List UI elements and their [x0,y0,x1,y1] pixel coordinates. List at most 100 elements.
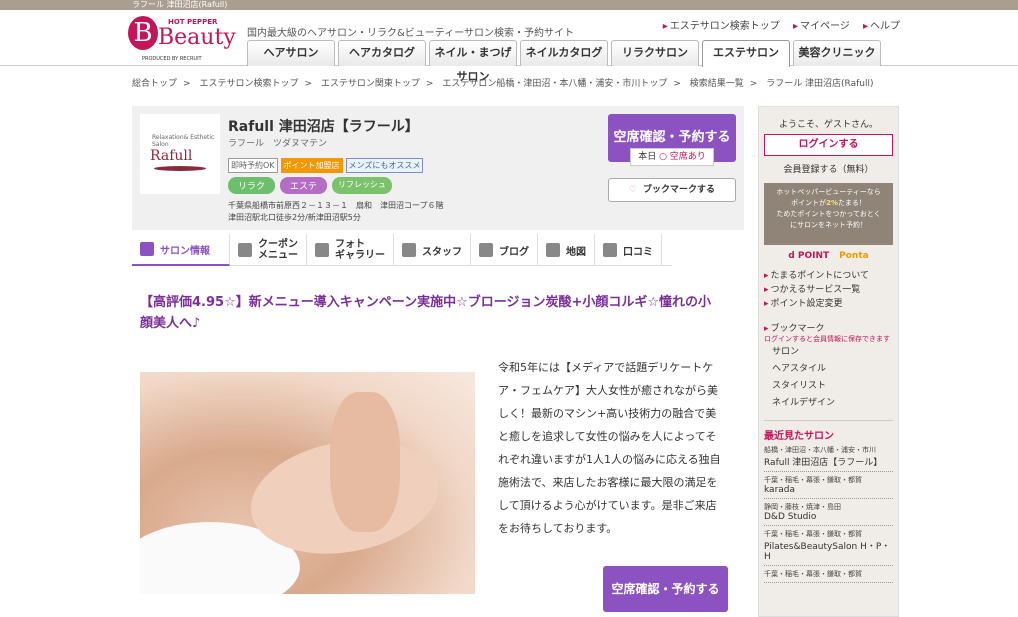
tab-relaxation[interactable]: リラクサロン [611,40,699,66]
subnav-coupon-menu[interactable]: クーポン メニュー [230,234,307,266]
salon-feature-tags: 即時予約OK ポイント加盟店 メンズにもオススメ [228,158,424,173]
subnav-label: サロン情報 [160,245,210,257]
tab-esthetic[interactable]: エステサロン [702,40,790,67]
register-link[interactable]: 会員登録する（無料） [759,162,898,175]
bookmark-hairstyle[interactable]: ヘアスタイル [772,361,893,378]
subnav-reviews[interactable]: 口コミ [595,234,662,266]
breadcrumb-item[interactable]: エステサロン関東トップ [321,79,420,89]
heart-icon: ♡ [628,185,638,195]
subnav-salon-info[interactable]: サロン情報 [132,234,230,266]
point-links: たまるポイントについて つかえるサービス一覧 ポイント設定変更 [764,269,893,311]
link-esthetic-top[interactable]: エステサロン検索トップ [663,21,780,32]
bookmark-stylist[interactable]: スタイリスト [772,378,893,395]
salon-main-photo [140,372,475,594]
breadcrumb-item[interactable]: エステサロン船橋・津田沼・本八幡・浦安・市川トップ [442,79,667,89]
breadcrumb-item[interactable]: 検索結果一覧 [690,79,744,89]
recent-area: 千葉・稲毛・幕張・鎌取・都賀 [764,476,862,484]
hotpepper-beauty-logo[interactable]: B HOT PEPPER Beauty PRODUCED BY RECRUIT [128,14,236,64]
salon-address-block: 千葉県船橋市前原西２－１３－１ 扇和 津田沼コープ６階 津田沼駅北口徒歩2分/新… [228,200,444,224]
breadcrumb-item[interactable]: エステサロン検索トップ [199,79,298,89]
subnav-label-line1: フォト [335,239,365,250]
salon-kana: ラフール ツダヌマテン [228,139,328,149]
subnav-map[interactable]: 地図 [538,234,595,266]
bookmark-section: ブックマーク ログインすると会員情報に保存できます サロン ヘアスタイル スタイ… [764,321,893,412]
genre-esthe: エステ [280,177,328,194]
salon-description: 令和5年には【メディアで話題デリケートケア・フェムケア】大人女性が癒されながら美… [498,361,721,535]
salon-catchcopy: 【高評価4.95☆】新メニュー導入キャンペーン実施中☆ブロージョン炭酸+小顔コル… [140,295,712,331]
site-header: B HOT PEPPER Beauty PRODUCED BY RECRUIT … [0,10,1018,83]
logo-brand-text: Beauty [158,25,236,50]
recent-name: D&D Studio [764,512,817,522]
recent-item[interactable]: 静岡・藤枝・焼津・島田 D&D Studio [764,499,893,526]
home-icon [140,242,154,256]
link-point-about[interactable]: たまるポイントについて [764,269,893,283]
subnav-label: 地図 [566,246,586,258]
subnav-blog[interactable]: ブログ [471,234,538,266]
recent-item[interactable]: 千葉・稲毛・幕張・鎌取・都賀 karada [764,472,893,499]
recent-salons: 最近見たサロン 船橋・津田沼・本八幡・浦安・市川 Rafull 津田沼店【ラフー… [764,420,893,583]
point-promo-line1: ホットペッパービューティーなら [776,188,881,196]
subnav-photo-gallery[interactable]: フォト ギャラリー [307,234,394,266]
login-button[interactable]: ログインする [764,134,893,156]
recent-item[interactable]: 千葉・稲毛・幕張・鎌取・都賀 Pilates&BeautySalon H・P・H [764,526,893,566]
pen-icon [479,243,493,257]
breadcrumb-item[interactable]: 総合トップ [132,79,177,89]
recent-item[interactable]: 船橋・津田沼・本八幡・浦安・市川 Rafull 津田沼店【ラフール】 [764,442,893,472]
subnav-label-line1: クーポン [258,239,298,250]
logo-produced-text: PRODUCED BY RECRUIT [142,56,202,62]
recent-area: 船橋・津田沼・本八幡・浦安・市川 [764,446,876,454]
recent-area: 千葉・稲毛・幕張・鎌取・都賀 [764,530,862,538]
subnav-label: フォト ギャラリー [335,239,385,261]
salon-subnav: サロン情報 クーポン メニュー フォト ギャラリー スタッフ ブログ 地図 口コミ [132,234,672,266]
category-tabs: ヘアサロン ヘアカタログ ネイル・まつげサロン ネイルカタログ リラクサロン エ… [247,40,884,83]
tag-men-recommended: メンズにもオススメ [345,158,424,173]
salon-access: 津田沼駅北口徒歩2分/新津田沼駅5分 [228,213,361,222]
dpoint-logo: d POINT [788,251,830,261]
recent-name: karada [764,485,796,495]
site-tagline: 国内最大級のヘアサロン・リラク&ビューティーサロン検索・予約サイト [247,28,574,39]
salon-logo: Relaxation& Esthetic Salon Rafull [140,114,220,194]
subnav-staff[interactable]: スタッフ [394,234,471,266]
recent-name: Pilates&BeautySalon H・P・H [764,542,891,562]
map-pin-icon [546,243,560,257]
tab-nail-catalog[interactable]: ネイルカタログ [520,40,608,66]
today-label: 本日 [638,152,657,162]
header-links: エステサロン検索トップ マイページ ヘルプ [653,17,900,32]
tab-nail-eyelash[interactable]: ネイル・まつげサロン [429,40,517,83]
salon-logo-subtitle: Relaxation& Esthetic Salon [152,134,215,148]
recent-item[interactable]: 千葉・稲毛・幕張・鎌取・都賀 [764,566,893,583]
link-help[interactable]: ヘルプ [863,21,900,32]
link-mypage[interactable]: マイページ [793,21,850,32]
recent-title: 最近見たサロン [764,431,834,442]
point-promo-box: ホットペッパービューティーなら ポイントが2%たまる！ ためたポイントをつかって… [764,183,893,245]
link-point-settings[interactable]: ポイント設定変更 [764,297,893,311]
coupon-icon [238,243,252,257]
salon-genre-pills: リラク エステ リフレッシュ [228,177,393,194]
genre-relax: リラク [228,177,276,194]
top-bar-title: ラフール 津田沼店(Rafull) [132,0,228,9]
point-promo-line4: にサロンをネット予約！ [790,221,867,229]
today-availability: 本日 ○ 空席あり [630,148,714,166]
staff-icon [402,243,416,257]
logo-b-mark: B [128,16,158,50]
recent-area: 千葉・稲毛・幕張・鎌取・都賀 [764,570,862,578]
point-promo-2a: ポイントが [791,199,827,207]
point-promo-line2: ポイントが2%たまる！ [764,198,893,209]
recent-area: 静岡・藤枝・焼津・島田 [764,503,841,511]
tab-beauty-clinic[interactable]: 美容クリニック [793,40,881,66]
tab-hair-catalog[interactable]: ヘアカタログ [338,40,426,66]
genre-refresh: リフレッシュ [332,177,393,194]
bookmark-button[interactable]: ♡ ブックマークする [608,178,736,202]
today-status: ○ 空席あり [659,152,706,162]
link-point-services[interactable]: つかえるサービス一覧 [764,283,893,297]
bookmark-title: ブックマーク [764,321,893,334]
bookmark-salon[interactable]: サロン [772,344,893,361]
point-promo-2b: 2% [826,199,839,207]
tab-hair-salon[interactable]: ヘアサロン [247,40,335,66]
tag-instant-reserve: 即時予約OK [228,158,278,173]
point-promo-2c: たまる！ [838,199,866,207]
welcome-text: ようこそ、ゲストさん。 [778,120,878,130]
photo-icon [315,243,329,257]
bookmark-nail-design[interactable]: ネイルデザイン [772,395,893,412]
reserve-button-bottom[interactable]: 空席確認・予約する [603,566,728,612]
